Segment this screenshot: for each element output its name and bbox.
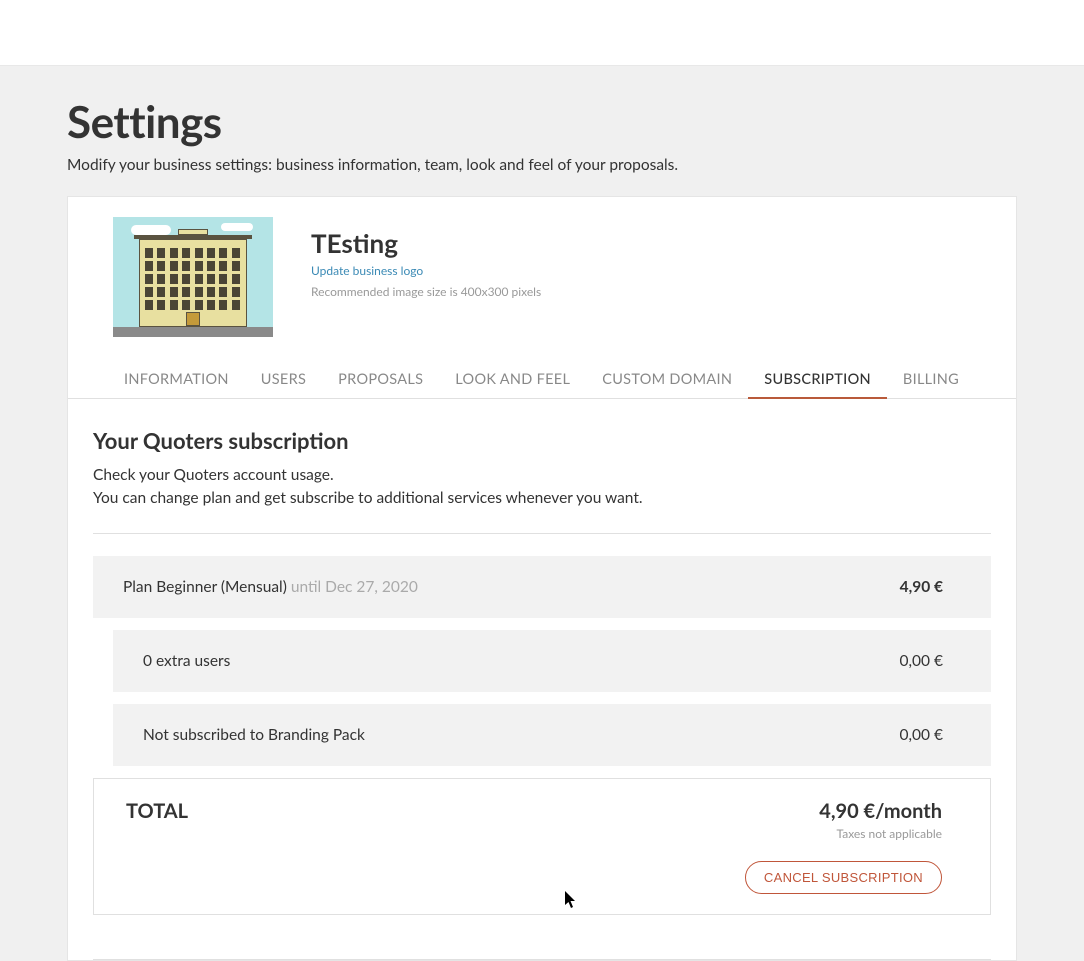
- tab-proposals[interactable]: PROPOSALS: [322, 361, 439, 398]
- tabs: INFORMATION USERS PROPOSALS LOOK AND FEE…: [68, 361, 1016, 399]
- subscription-heading: Your Quoters subscription: [93, 427, 991, 454]
- total-label: TOTAL: [126, 799, 188, 823]
- taxes-note: Taxes not applicable: [745, 826, 942, 841]
- business-header: TEsting Update business logo Recommended…: [68, 217, 1016, 337]
- total-amount: 4,90 €/month: [745, 799, 942, 823]
- tab-subscription[interactable]: SUBSCRIPTION: [748, 361, 887, 398]
- business-logo[interactable]: [113, 217, 273, 337]
- tab-information[interactable]: INFORMATION: [108, 361, 245, 398]
- plan-until: until Dec 27, 2020: [291, 578, 418, 596]
- page-title: Settings: [67, 96, 1017, 148]
- plan-name: Plan Beginner (Mensual): [123, 578, 291, 596]
- business-info: TEsting Update business logo Recommended…: [311, 217, 541, 299]
- business-name: TEsting: [311, 227, 541, 259]
- subscription-desc-1: Check your Quoters account usage.: [93, 464, 991, 487]
- cancel-subscription-button[interactable]: CANCEL SUBSCRIPTION: [745, 861, 942, 894]
- page-subtitle: Modify your business settings: business …: [67, 156, 1017, 174]
- bottom-divider: [93, 959, 991, 960]
- branding-label: Not subscribed to Branding Pack: [143, 726, 365, 744]
- plan-price: 4,90 €: [900, 578, 943, 596]
- update-business-logo-link[interactable]: Update business logo: [311, 263, 541, 278]
- settings-card: TEsting Update business logo Recommended…: [67, 196, 1017, 961]
- tab-billing[interactable]: BILLING: [887, 361, 975, 398]
- extra-users-line-item: 0 extra users 0,00 €: [113, 630, 991, 692]
- page-wrapper: Settings Modify your business settings: …: [0, 66, 1084, 961]
- tab-look-and-feel[interactable]: LOOK AND FEEL: [439, 361, 586, 398]
- plan-label: Plan Beginner (Mensual) until Dec 27, 20…: [123, 578, 418, 596]
- tab-custom-domain[interactable]: CUSTOM DOMAIN: [586, 361, 748, 398]
- top-bar: [0, 0, 1084, 66]
- plan-line-item: Plan Beginner (Mensual) until Dec 27, 20…: [93, 556, 991, 618]
- tab-users[interactable]: USERS: [245, 361, 322, 398]
- branding-line-item: Not subscribed to Branding Pack 0,00 €: [113, 704, 991, 766]
- subscription-desc-2: You can change plan and get subscribe to…: [93, 487, 991, 510]
- total-box: TOTAL 4,90 €/month Taxes not applicable …: [93, 778, 991, 915]
- image-size-note: Recommended image size is 400x300 pixels: [311, 284, 541, 299]
- branding-price: 0,00 €: [900, 726, 943, 744]
- extra-users-price: 0,00 €: [900, 652, 943, 670]
- divider: [93, 533, 991, 534]
- extra-users-label: 0 extra users: [143, 652, 230, 670]
- tab-content: Your Quoters subscription Check your Quo…: [68, 399, 1016, 935]
